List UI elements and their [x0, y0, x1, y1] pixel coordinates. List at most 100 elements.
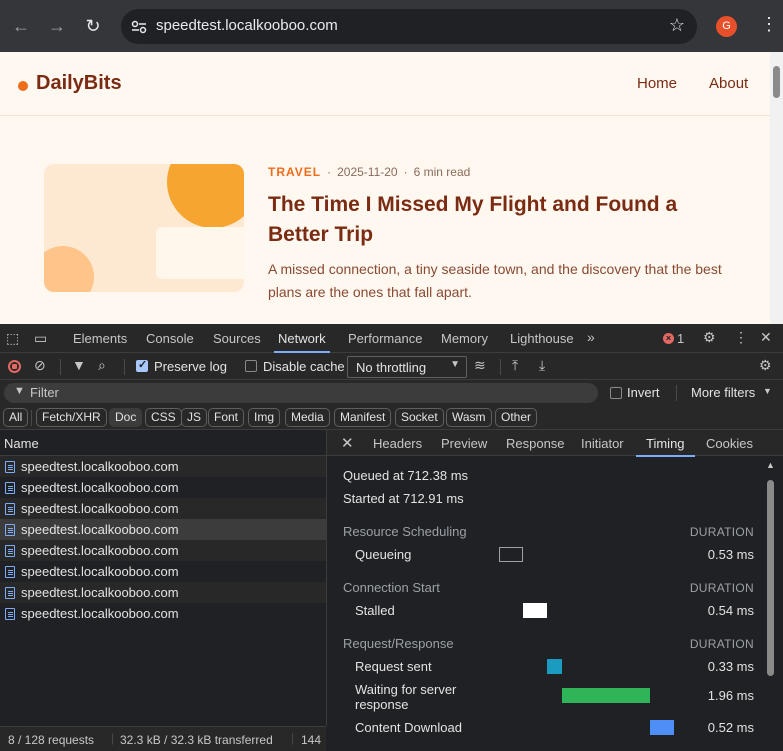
- type-css[interactable]: CSS: [145, 408, 182, 427]
- settings-gear-icon[interactable]: ⚙: [703, 329, 716, 346]
- resource-type-filter: All Fetch/XHR Doc CSS JS Font Img Media …: [0, 406, 783, 430]
- article-category[interactable]: TRAVEL: [268, 165, 321, 179]
- type-other[interactable]: Other: [495, 408, 538, 427]
- import-har-icon[interactable]: ⤒: [512, 357, 518, 374]
- document-icon: [5, 482, 15, 494]
- tab-network[interactable]: Network: [274, 331, 330, 353]
- type-doc[interactable]: Doc: [109, 408, 143, 427]
- document-icon: [5, 566, 15, 578]
- devtools-menu-icon[interactable]: ⋮: [734, 329, 748, 346]
- profile-avatar[interactable]: G: [716, 16, 737, 37]
- reload-icon[interactable]: ↻: [81, 14, 105, 38]
- article-date: 2025-11-20: [337, 165, 398, 179]
- clear-icon[interactable]: ⊘: [34, 357, 46, 374]
- close-devtools-icon[interactable]: ✕: [760, 329, 772, 346]
- search-icon[interactable]: ⌕: [98, 357, 106, 374]
- invert-label[interactable]: Invert: [627, 385, 660, 400]
- type-img[interactable]: Img: [248, 408, 281, 427]
- web-page: DailyBits Home About TRAVEL · 2025-11-20 · 6…: [0, 52, 770, 324]
- detail-tabbar: ✕ Headers Preview Response Initiator Tim…: [327, 430, 783, 457]
- forward-arrow-icon[interactable]: →: [45, 14, 69, 38]
- article-title[interactable]: The Time I Missed My Flight and Found a …: [268, 190, 738, 250]
- tab-timing[interactable]: Timing: [636, 436, 694, 457]
- network-conditions-icon[interactable]: ≋: [474, 357, 486, 374]
- duration-header: DURATION: [689, 581, 754, 595]
- request-count: 8 / 128 requests: [8, 733, 95, 747]
- preserve-log-label[interactable]: Preserve log: [154, 359, 227, 374]
- article-excerpt: A missed connection, a tiny seaside town…: [268, 261, 722, 300]
- article-meta: TRAVEL · 2025-11-20 · 6 min read: [268, 165, 471, 179]
- tab-memory[interactable]: Memory: [441, 331, 488, 346]
- logo-dot-icon: [18, 81, 28, 91]
- type-manifest[interactable]: Manifest: [334, 408, 392, 427]
- detail-scrollbar[interactable]: ▲: [765, 456, 783, 751]
- transferred-size: 32.3 kB / 32.3 kB transferred: [120, 733, 273, 747]
- url-text: speedtest.localkooboo.com: [156, 17, 338, 34]
- nav-about-link[interactable]: About: [709, 75, 748, 92]
- filter-funnel-icon[interactable]: ▼: [72, 357, 86, 373]
- disable-cache-checkbox[interactable]: [245, 360, 257, 372]
- name-column-header[interactable]: Name: [0, 430, 326, 456]
- devtools-tabbar: ⬚ ▭ Elements Console Sources Network Per…: [0, 324, 783, 353]
- article-thumbnail[interactable]: [44, 164, 244, 292]
- request-row[interactable]: speedtest.localkooboo.com: [0, 561, 326, 582]
- request-row[interactable]: speedtest.localkooboo.com: [0, 498, 326, 519]
- preserve-log-checkbox[interactable]: [136, 358, 148, 372]
- disable-cache-label[interactable]: Disable cache: [263, 359, 345, 374]
- type-all[interactable]: All: [3, 408, 29, 427]
- tab-response[interactable]: Response: [506, 436, 565, 451]
- tab-console[interactable]: Console: [146, 331, 194, 346]
- close-detail-icon[interactable]: ✕: [341, 434, 354, 452]
- site-info-icon[interactable]: [131, 19, 147, 35]
- site-logo[interactable]: DailyBits: [36, 72, 122, 95]
- export-har-icon[interactable]: ⤓: [539, 357, 545, 374]
- more-filters-button[interactable]: More filters: [691, 385, 755, 400]
- document-icon: [5, 524, 15, 536]
- filter-bar: ▼ Filter Invert More filters ▼: [0, 380, 783, 406]
- phase-label: Stalled: [355, 603, 395, 618]
- throttling-select[interactable]: No throttling ▼: [347, 356, 467, 378]
- device-toolbar-icon[interactable]: ▭: [34, 330, 47, 347]
- bookmark-star-icon[interactable]: ☆: [669, 15, 685, 36]
- more-tabs-icon[interactable]: »: [587, 329, 595, 345]
- network-settings-icon[interactable]: ⚙: [759, 357, 772, 374]
- document-icon: [5, 608, 15, 620]
- document-icon: [5, 461, 15, 473]
- invert-checkbox[interactable]: [610, 387, 622, 399]
- tab-preview[interactable]: Preview: [441, 436, 487, 451]
- request-row-selected[interactable]: speedtest.localkooboo.com: [0, 519, 326, 540]
- chevron-down-icon[interactable]: ▼: [763, 386, 772, 396]
- back-arrow-icon[interactable]: ←: [9, 14, 33, 38]
- request-row[interactable]: speedtest.localkooboo.com: [0, 477, 326, 498]
- address-bar[interactable]: speedtest.localkooboo.com ☆: [121, 9, 697, 44]
- record-stop-icon[interactable]: [8, 360, 21, 373]
- type-socket[interactable]: Socket: [395, 408, 444, 427]
- request-row[interactable]: speedtest.localkooboo.com: [0, 603, 326, 624]
- tab-elements[interactable]: Elements: [73, 331, 127, 346]
- tab-sources[interactable]: Sources: [213, 331, 261, 346]
- type-font[interactable]: Font: [208, 408, 245, 427]
- inspect-element-icon[interactable]: ⬚: [6, 330, 19, 347]
- browser-menu-icon[interactable]: ⋮: [760, 14, 778, 35]
- type-fetch-xhr[interactable]: Fetch/XHR: [36, 408, 107, 427]
- error-count[interactable]: 1: [677, 331, 684, 346]
- request-row[interactable]: speedtest.localkooboo.com: [0, 456, 326, 477]
- filter-input[interactable]: ▼ Filter: [4, 383, 598, 403]
- request-row[interactable]: speedtest.localkooboo.com: [0, 540, 326, 561]
- started-at: Started at 712.91 ms: [343, 491, 464, 506]
- phase-duration: 0.33 ms: [707, 659, 754, 674]
- page-scrollbar[interactable]: [770, 52, 783, 324]
- type-wasm[interactable]: Wasm: [446, 408, 492, 427]
- tab-initiator[interactable]: Initiator: [581, 436, 624, 451]
- request-row[interactable]: speedtest.localkooboo.com: [0, 582, 326, 603]
- document-icon: [5, 587, 15, 599]
- tab-performance[interactable]: Performance: [348, 331, 422, 346]
- tab-headers[interactable]: Headers: [373, 436, 422, 451]
- nav-home-link[interactable]: Home: [637, 75, 677, 92]
- type-media[interactable]: Media: [285, 408, 330, 427]
- type-js[interactable]: JS: [181, 408, 208, 427]
- tab-cookies[interactable]: Cookies: [706, 436, 753, 451]
- error-icon[interactable]: ×: [663, 333, 674, 344]
- section-resource-scheduling: Resource Scheduling: [343, 524, 467, 539]
- tab-lighthouse[interactable]: Lighthouse: [510, 331, 574, 346]
